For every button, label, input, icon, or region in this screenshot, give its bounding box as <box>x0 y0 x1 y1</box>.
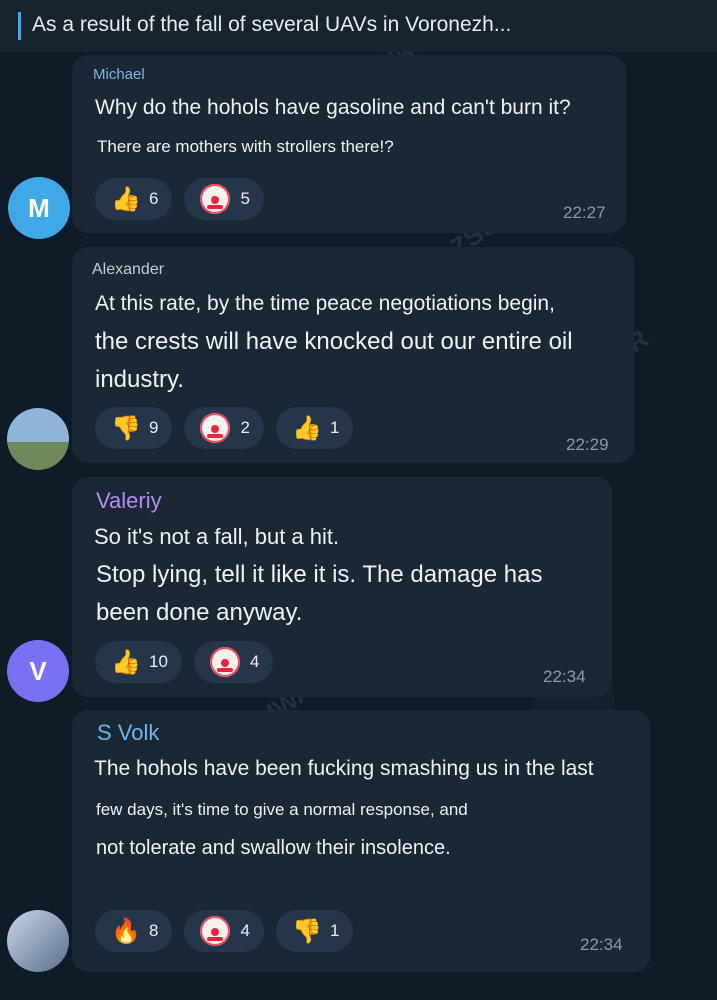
clown-face-icon <box>200 413 231 443</box>
reaction-clown[interactable]: 4 <box>184 910 264 952</box>
thumbs-down-icon: 👎 <box>111 414 141 442</box>
reaction-clown[interactable]: 4 <box>193 641 274 683</box>
reaction-clown[interactable]: 5 <box>184 178 264 220</box>
message-text-line: So it's not a fall, but a hit. <box>94 524 340 549</box>
avatar[interactable] <box>7 408 69 470</box>
avatar[interactable] <box>7 910 69 972</box>
message-author[interactable]: Alexander <box>92 261 164 279</box>
thumbs-down-icon: 👎 <box>291 917 322 945</box>
reaction-count: 9 <box>149 418 159 437</box>
reaction-count: 4 <box>249 652 260 671</box>
reaction-thumbs-down[interactable]: 👎 1 <box>275 910 354 952</box>
message-time: 22:34 <box>543 667 586 686</box>
message-text-line: been done anyway. <box>96 599 303 626</box>
thumbs-up-icon: 👍 <box>291 414 322 442</box>
pinned-indicator <box>18 12 21 40</box>
avatar[interactable]: V <box>7 640 69 702</box>
message-text-line: industry. <box>95 366 184 393</box>
clown-face-icon <box>200 916 231 946</box>
reactions-bar: 👎 9 2 👍 1 <box>95 407 354 449</box>
reactions-bar: 🔥 8 4 👎 1 <box>95 910 354 952</box>
message-time: 22:29 <box>566 435 609 454</box>
pinned-message-title: As a result of the fall of several UAVs … <box>32 13 512 36</box>
message-text-line: few days, it's time to give a normal res… <box>96 800 468 819</box>
clown-face-icon <box>200 184 231 214</box>
message-text-line: Stop lying, tell it like it is. The dama… <box>96 561 543 588</box>
reactions-bar: 👍 6 5 <box>95 178 264 220</box>
reaction-thumbs-up[interactable]: 👍 6 <box>95 178 173 220</box>
reaction-thumbs-up[interactable]: 👍 10 <box>95 641 182 683</box>
reaction-count: 5 <box>240 189 250 208</box>
reaction-count: 10 <box>149 652 168 671</box>
message-text-line: the crests will have knocked out our ent… <box>95 328 573 355</box>
thumbs-up-icon: 👍 <box>111 185 141 213</box>
reaction-fire[interactable]: 🔥 8 <box>95 910 173 952</box>
reaction-count: 4 <box>240 921 250 940</box>
reaction-count: 6 <box>149 189 159 208</box>
message-author[interactable]: S Volk <box>97 720 159 746</box>
message-text-line: There are mothers with strollers there!? <box>97 137 394 156</box>
reactions-bar: 👍 10 4 <box>95 641 274 683</box>
reaction-count: 1 <box>329 921 340 940</box>
message-text-line: At this rate, by the time peace negotiat… <box>95 292 555 315</box>
reaction-clown[interactable]: 2 <box>184 407 264 449</box>
clown-face-icon <box>209 647 240 677</box>
message-author[interactable]: Valeriy <box>96 488 162 514</box>
reaction-thumbs-up[interactable]: 👍 1 <box>275 407 354 449</box>
thumbs-up-icon: 👍 <box>111 648 141 676</box>
reaction-count: 1 <box>329 418 340 437</box>
reaction-thumbs-down[interactable]: 👎 9 <box>95 407 173 449</box>
fire-icon: 🔥 <box>111 917 141 945</box>
message-time: 22:27 <box>563 203 606 222</box>
pinned-message-header[interactable]: As a result of the fall of several UAVs … <box>0 0 717 52</box>
message-text-line: The hohols have been fucking smashing us… <box>94 757 594 780</box>
reaction-count: 8 <box>149 921 159 940</box>
message-time: 22:34 <box>580 935 623 954</box>
message-text-line: not tolerate and swallow their insolence… <box>96 837 451 859</box>
reaction-count: 2 <box>240 418 250 437</box>
message-text-line: Why do the hohols have gasoline and can'… <box>95 96 571 119</box>
avatar[interactable]: M <box>8 177 70 239</box>
message-author[interactable]: Michael <box>93 66 145 83</box>
